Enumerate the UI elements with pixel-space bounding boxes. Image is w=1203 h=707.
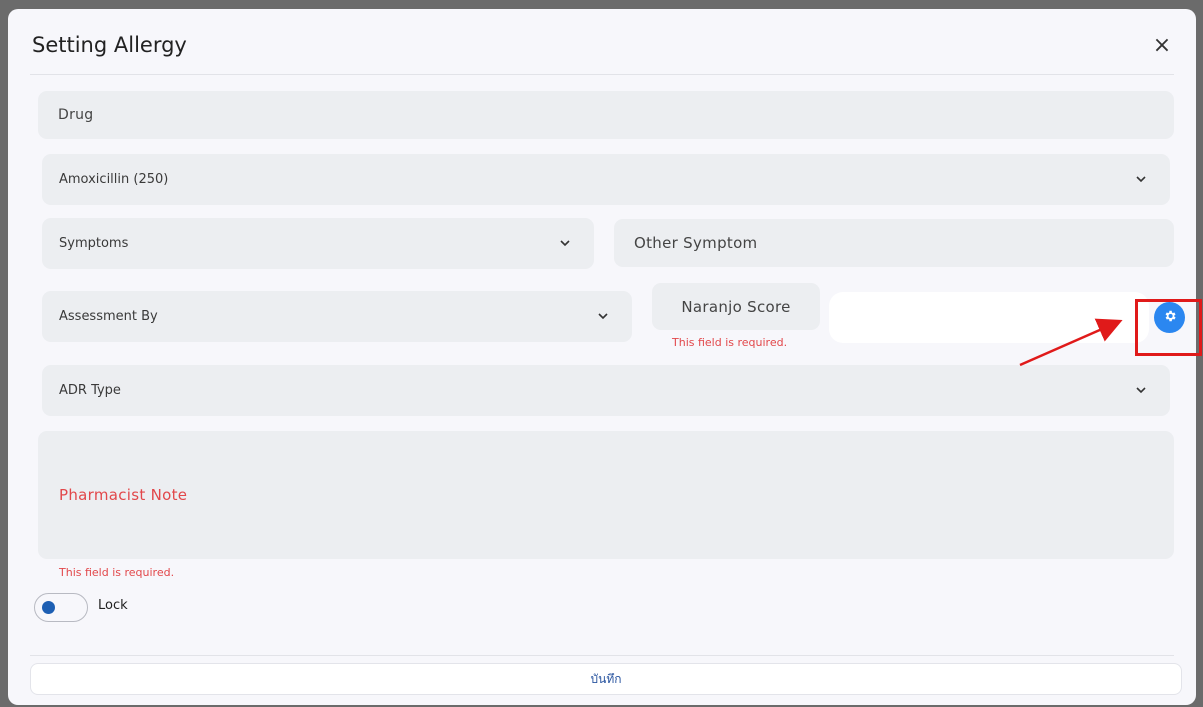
save-button-label: บันทึก bbox=[590, 671, 622, 686]
chevron-down-icon bbox=[1134, 173, 1148, 187]
annotation-highlight-box bbox=[1135, 299, 1202, 356]
allergy-type-field[interactable]: Drug bbox=[38, 91, 1174, 139]
naranjo-score-value-field[interactable] bbox=[829, 292, 1149, 343]
other-symptom-placeholder: Other Symptom bbox=[634, 234, 758, 252]
pharmacist-note-error: This field is required. bbox=[59, 566, 175, 579]
naranjo-score-field[interactable]: Naranjo Score bbox=[652, 283, 820, 330]
lock-toggle-knob bbox=[42, 601, 55, 614]
adr-type-select[interactable]: ADR Type bbox=[42, 365, 1170, 416]
chevron-down-icon bbox=[558, 237, 572, 251]
drug-select[interactable]: Amoxicillin (250) bbox=[42, 154, 1170, 205]
naranjo-score-error: This field is required. bbox=[672, 336, 788, 349]
dialog-title: Setting Allergy bbox=[32, 33, 187, 57]
chevron-down-icon bbox=[1134, 384, 1148, 398]
pharmacist-note-textarea[interactable]: Pharmacist Note bbox=[38, 431, 1174, 559]
other-symptom-input[interactable]: Other Symptom bbox=[614, 219, 1174, 267]
lock-label: Lock bbox=[98, 598, 128, 613]
symptoms-select-value: Symptoms bbox=[59, 236, 129, 251]
save-button[interactable]: บันทึก bbox=[30, 663, 1182, 695]
adr-type-value: ADR Type bbox=[59, 383, 121, 398]
close-icon: × bbox=[1152, 32, 1172, 58]
symptoms-select[interactable]: Symptoms bbox=[42, 218, 594, 269]
naranjo-score-label: Naranjo Score bbox=[681, 297, 791, 316]
drug-select-value: Amoxicillin (250) bbox=[59, 172, 169, 187]
footer-divider bbox=[30, 655, 1174, 656]
header-divider bbox=[30, 74, 1174, 75]
close-button[interactable]: × bbox=[1148, 31, 1176, 59]
assessment-by-value: Assessment By bbox=[59, 309, 158, 324]
allergy-type-value: Drug bbox=[58, 107, 94, 123]
chevron-down-icon bbox=[596, 310, 610, 324]
setting-allergy-dialog: Setting Allergy × Drug Amoxicillin (250)… bbox=[8, 9, 1202, 705]
lock-toggle[interactable] bbox=[34, 593, 88, 622]
pharmacist-note-placeholder: Pharmacist Note bbox=[59, 486, 188, 504]
assessment-by-select[interactable]: Assessment By bbox=[42, 291, 632, 342]
